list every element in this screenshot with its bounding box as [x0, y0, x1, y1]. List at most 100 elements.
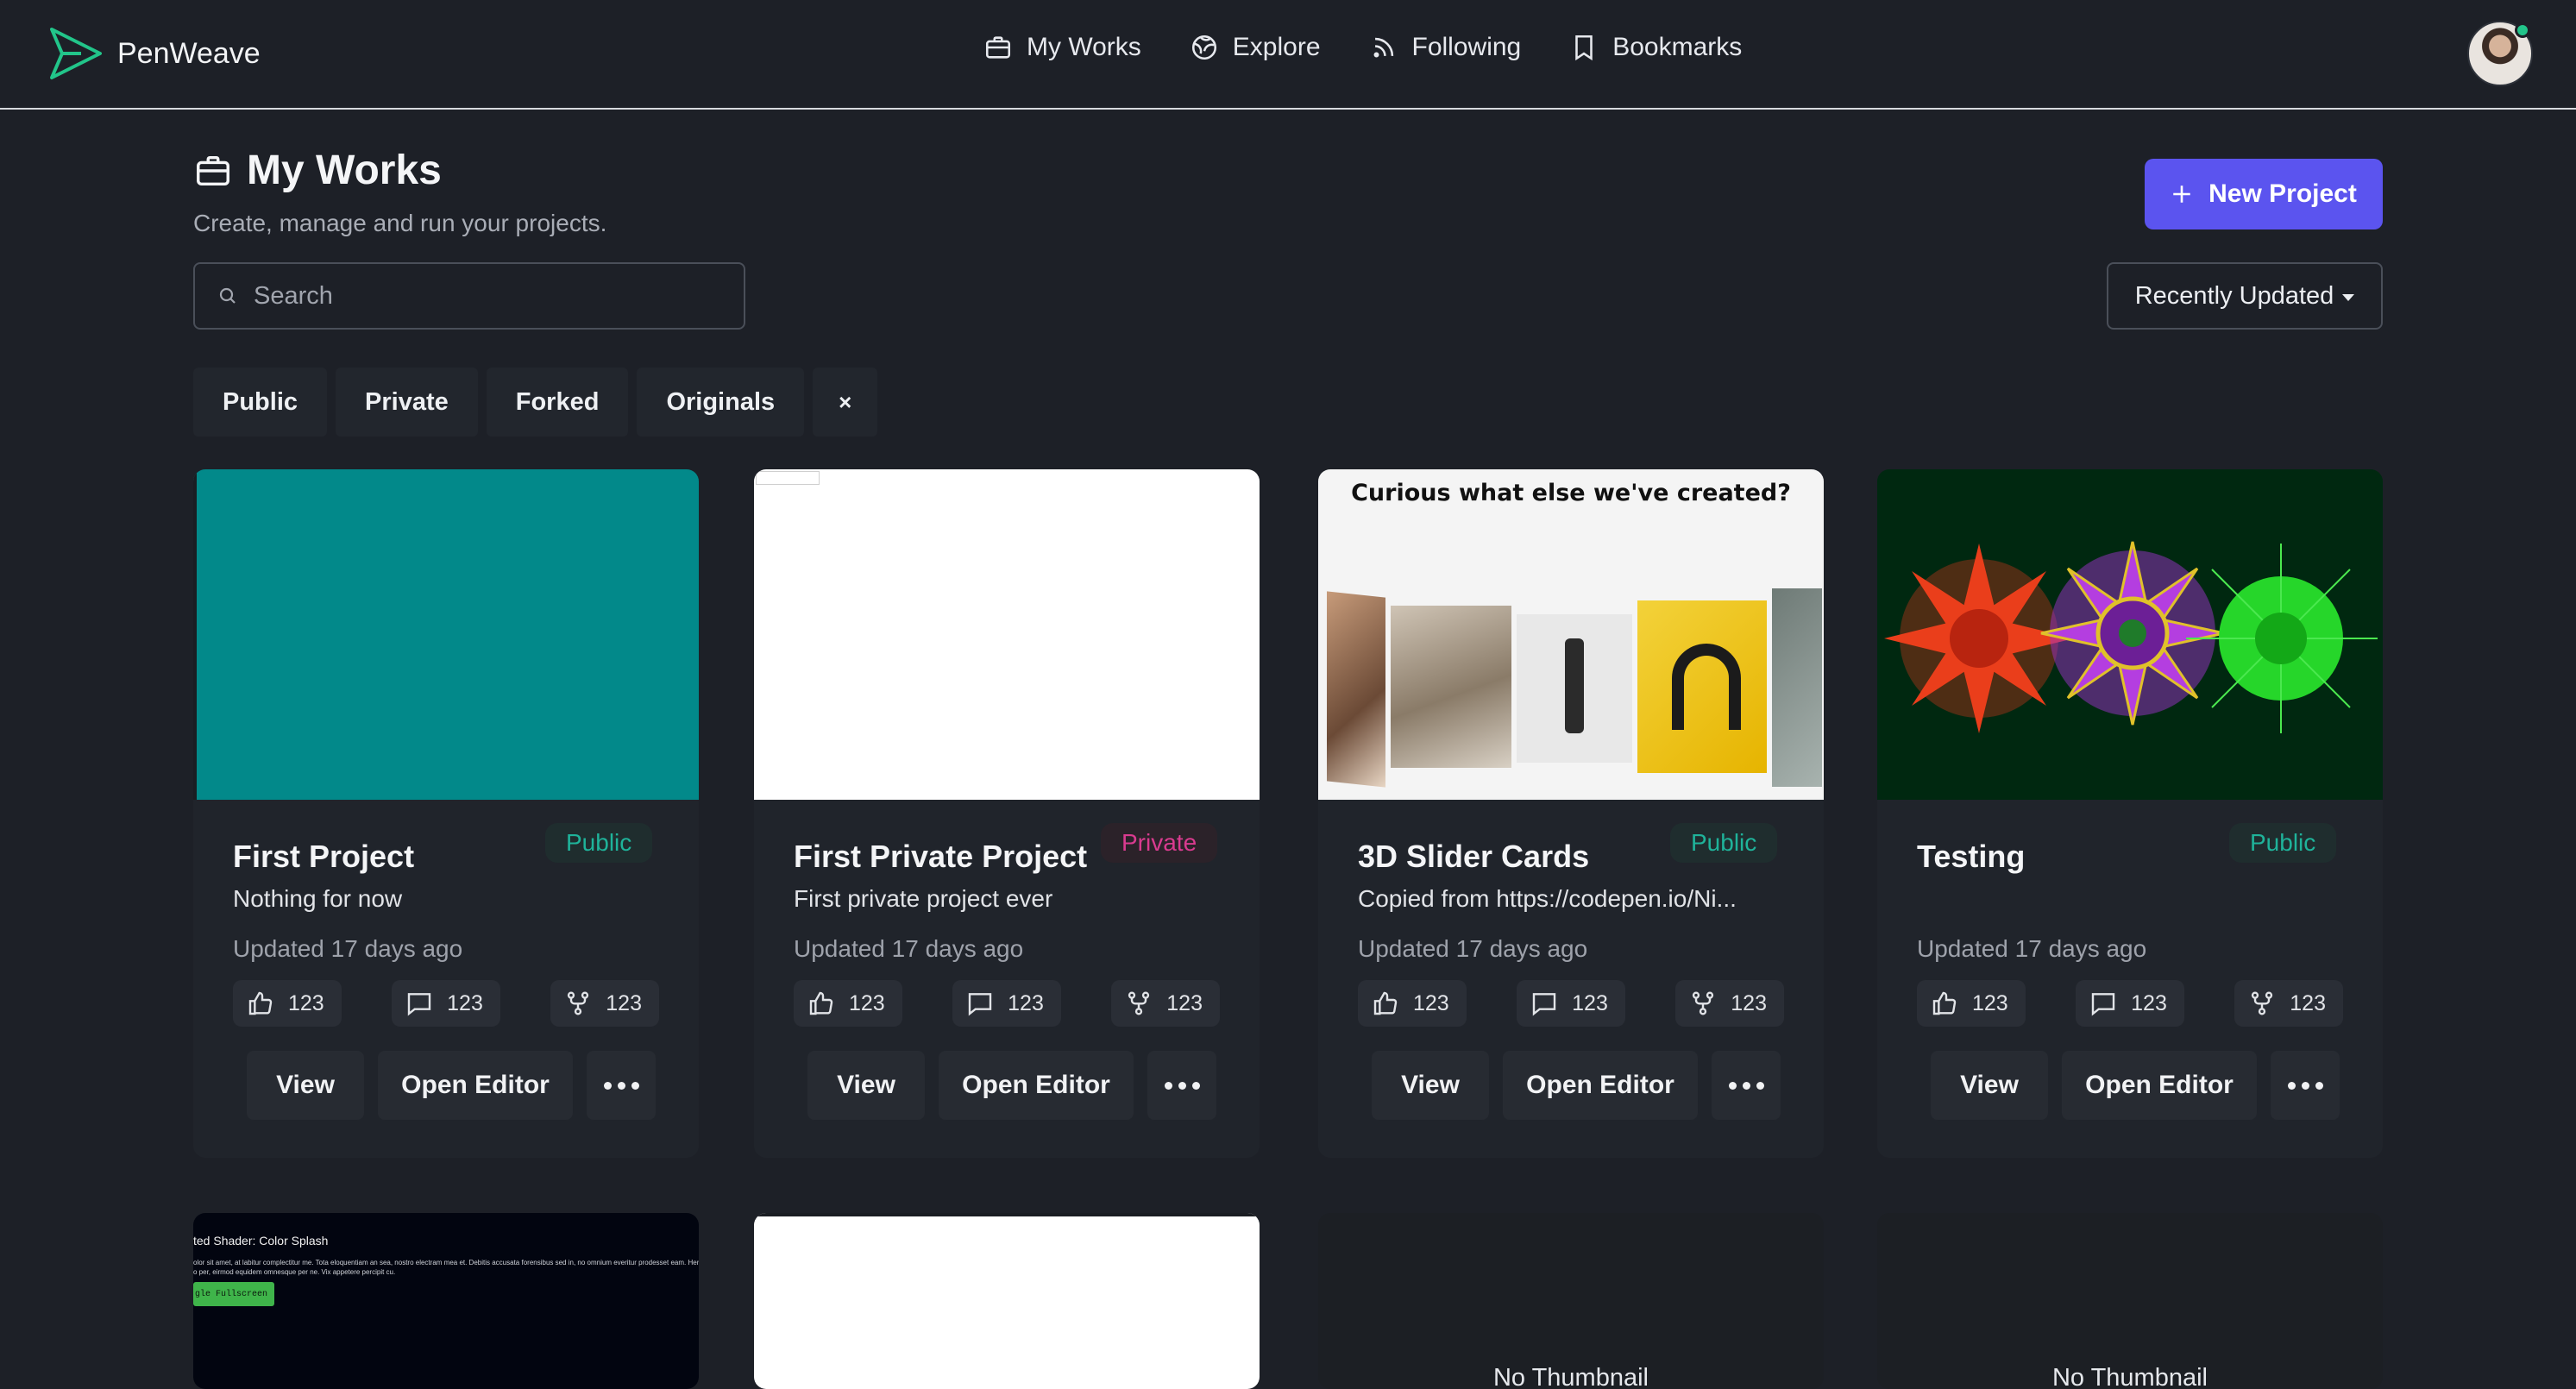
- like-count: 123: [1413, 990, 1449, 1015]
- project-title[interactable]: Testing: [1917, 839, 2025, 875]
- project-thumbnail[interactable]: ted Shader: Color Splash olor sit amet, …: [193, 1213, 699, 1389]
- forks-button[interactable]: 123: [2234, 980, 2343, 1027]
- slider-card: [1517, 614, 1632, 763]
- nav-item-bookmarks[interactable]: Bookmarks: [1569, 33, 1742, 62]
- project-thumbnail[interactable]: [193, 469, 699, 800]
- flower-artwork: [1884, 541, 2378, 733]
- forks-button[interactable]: 123: [1675, 980, 1784, 1027]
- view-button[interactable]: View: [807, 1051, 925, 1120]
- project-thumbnail[interactable]: [754, 469, 1260, 800]
- view-button[interactable]: View: [1931, 1051, 2048, 1120]
- globe-icon: [1191, 35, 1216, 60]
- more-options-button[interactable]: [587, 1051, 656, 1120]
- open-editor-button[interactable]: Open Editor: [2062, 1051, 2257, 1120]
- clear-filters-button[interactable]: ×: [813, 368, 878, 437]
- project-thumbnail[interactable]: [1877, 469, 2383, 800]
- ellipsis-icon: [2287, 1081, 2323, 1090]
- sort-dropdown[interactable]: Recently Updated: [2107, 262, 2383, 330]
- nav-item-label: Explore: [1232, 33, 1321, 61]
- project-card: No Thumbnail: [1318, 1213, 1824, 1389]
- new-project-button[interactable]: New Project: [2145, 159, 2383, 229]
- comments-button[interactable]: 123: [392, 980, 500, 1027]
- thumbnail-button: gle Fullscreen: [193, 1282, 274, 1306]
- comments-button[interactable]: 123: [1517, 980, 1625, 1027]
- filter-forked[interactable]: Forked: [486, 368, 629, 437]
- paper-plane-logo-icon: [50, 28, 102, 79]
- forks-button[interactable]: 123: [1111, 980, 1220, 1027]
- updated-timestamp: Updated 17 days ago: [794, 935, 1024, 962]
- brand-link[interactable]: PenWeave: [47, 24, 261, 83]
- project-thumbnail[interactable]: [754, 1213, 1260, 1389]
- like-button[interactable]: 123: [233, 980, 342, 1027]
- page-title-text: My Works: [247, 148, 442, 193]
- search-input[interactable]: [254, 281, 737, 311]
- thumbs-up-icon: [1373, 991, 1398, 1015]
- project-stats: 123 123 123: [1917, 980, 2343, 1027]
- card-actions: View Open Editor: [1931, 1051, 2340, 1120]
- like-button[interactable]: 123: [794, 980, 902, 1027]
- comment-icon: [968, 993, 992, 1016]
- nav-item-label: Following: [1411, 33, 1522, 61]
- filter-private[interactable]: Private: [336, 368, 478, 437]
- page-subtitle: Create, manage and run your projects.: [193, 210, 607, 236]
- open-editor-button[interactable]: Open Editor: [1503, 1051, 1698, 1120]
- no-thumbnail-label: No Thumbnail: [1492, 1364, 1649, 1389]
- comment-count: 123: [2131, 990, 2167, 1015]
- open-editor-button[interactable]: Open Editor: [939, 1051, 1134, 1120]
- nav-item-my-works[interactable]: My Works: [983, 33, 1141, 62]
- slider-card: [1327, 591, 1385, 788]
- like-count: 123: [288, 990, 324, 1015]
- project-stats: 123 123 123: [1358, 980, 1784, 1027]
- project-card: First Private Project Private First priv…: [754, 469, 1260, 1158]
- top-navbar: PenWeave My Works Explore Following Book…: [0, 0, 2576, 110]
- fork-icon: [2252, 991, 2273, 1015]
- visibility-badge: Public: [545, 823, 653, 863]
- project-title[interactable]: First Project: [233, 839, 414, 875]
- project-stats: 123 123 123: [794, 980, 1220, 1027]
- filter-originals[interactable]: Originals: [637, 368, 805, 437]
- project-title[interactable]: First Private Project: [794, 839, 1087, 875]
- comments-button[interactable]: 123: [952, 980, 1061, 1027]
- more-options-button[interactable]: [1712, 1051, 1781, 1120]
- fork-count: 123: [2290, 990, 2326, 1015]
- fork-count: 123: [1166, 990, 1203, 1015]
- fork-count: 123: [1731, 990, 1767, 1015]
- new-project-label: New Project: [2208, 179, 2357, 208]
- more-options-button[interactable]: [2271, 1051, 2340, 1120]
- comment-count: 123: [1572, 990, 1608, 1015]
- online-status-indicator: [2515, 22, 2530, 38]
- thumbs-up-icon: [248, 991, 273, 1015]
- view-button[interactable]: View: [1372, 1051, 1489, 1120]
- nav-item-explore[interactable]: Explore: [1190, 33, 1321, 62]
- project-title[interactable]: 3D Slider Cards: [1358, 839, 1589, 875]
- thumbs-up-icon: [809, 991, 833, 1015]
- view-button[interactable]: View: [247, 1051, 364, 1120]
- fork-icon: [1128, 991, 1150, 1015]
- slider-card: [1772, 588, 1822, 787]
- forks-button[interactable]: 123: [550, 980, 659, 1027]
- more-options-button[interactable]: [1147, 1051, 1216, 1120]
- like-button[interactable]: 123: [1917, 980, 2026, 1027]
- comment-icon: [1532, 993, 1556, 1016]
- card-actions: View Open Editor: [247, 1051, 656, 1120]
- project-card: Curious what else we've created? 3D Slid…: [1318, 469, 1824, 1158]
- no-thumbnail-label: No Thumbnail: [2051, 1364, 2208, 1389]
- nav-item-label: Bookmarks: [1612, 33, 1743, 61]
- project-description: Copied from https://codepen.io/Ni...: [1358, 885, 1737, 912]
- nav-item-following[interactable]: Following: [1369, 33, 1522, 62]
- open-editor-button[interactable]: Open Editor: [378, 1051, 573, 1120]
- like-button[interactable]: 123: [1358, 980, 1467, 1027]
- sort-selected-label: Recently Updated: [2134, 281, 2334, 310]
- project-card: ted Shader: Color Splash olor sit amet, …: [193, 1213, 699, 1389]
- no-thumbnail-placeholder[interactable]: No Thumbnail: [1318, 1213, 1824, 1389]
- page-title: My Works: [193, 147, 606, 194]
- plus-icon: [2173, 185, 2190, 203]
- filter-public[interactable]: Public: [193, 368, 328, 437]
- caret-down-icon: [2342, 294, 2355, 301]
- no-thumbnail-placeholder[interactable]: No Thumbnail: [1877, 1213, 2383, 1389]
- project-stats: 123 123 123: [233, 980, 659, 1027]
- comments-button[interactable]: 123: [2076, 980, 2184, 1027]
- project-thumbnail[interactable]: Curious what else we've created?: [1318, 469, 1824, 800]
- updated-timestamp: Updated 17 days ago: [1358, 935, 1588, 962]
- comment-icon: [407, 993, 431, 1016]
